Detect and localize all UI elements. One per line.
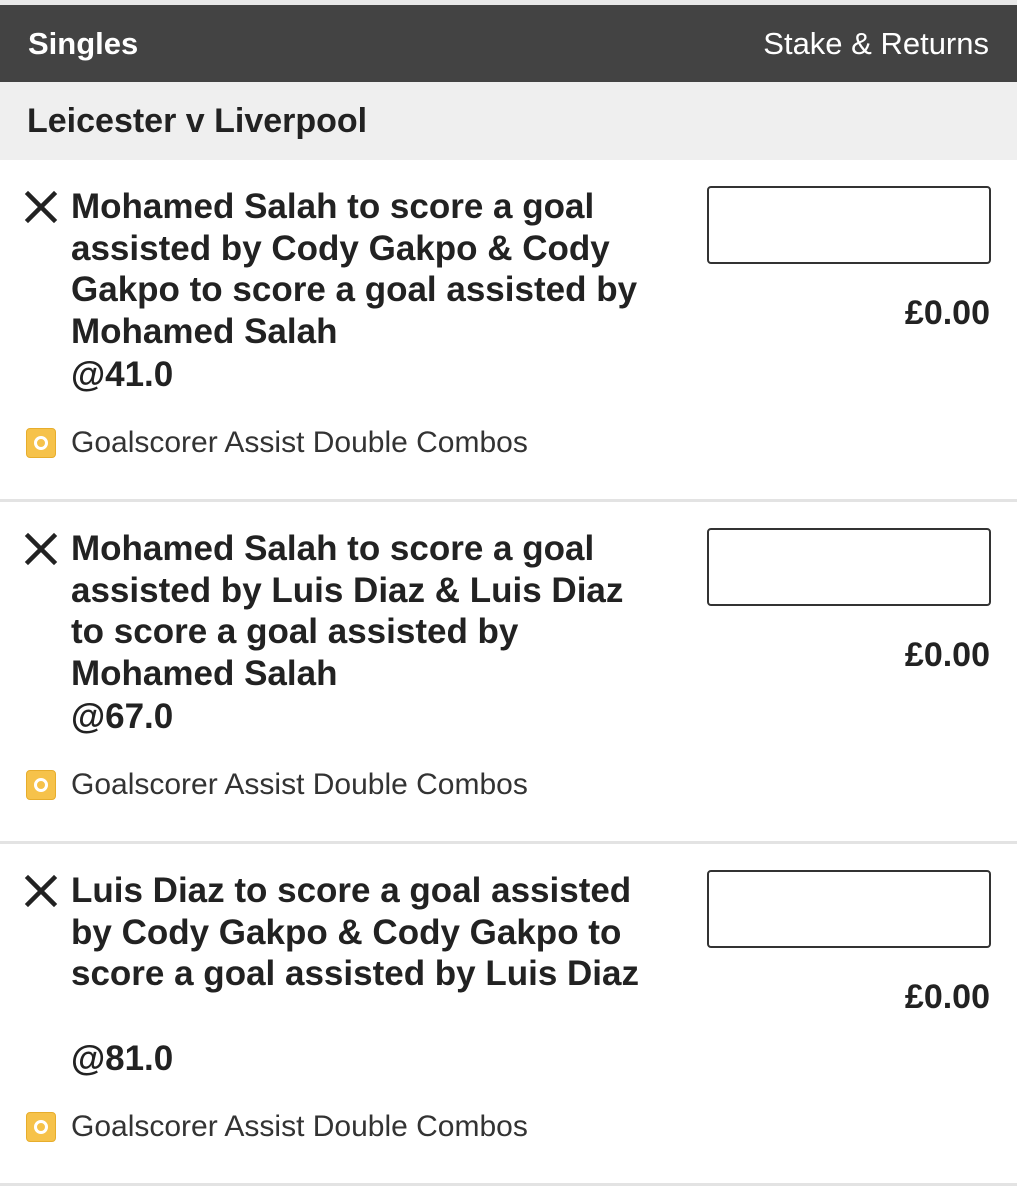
stake-input[interactable] <box>707 528 991 606</box>
bet-odds: @81.0 <box>71 1039 174 1078</box>
market-icon <box>26 428 56 458</box>
remove-bet-icon[interactable] <box>24 532 58 566</box>
bet-odds: @67.0 <box>71 697 174 736</box>
bet-item: Mohamed Salah to score a goal assisted b… <box>0 160 1017 502</box>
event-title: Leicester v Liverpool <box>27 101 368 140</box>
bet-selection: Mohamed Salah to score a goal assisted b… <box>71 529 624 693</box>
bet-returns: £0.00 <box>904 636 990 674</box>
bet-returns: £0.00 <box>904 294 990 332</box>
stake-returns-label: Stake & Returns <box>763 25 989 61</box>
stake-input[interactable] <box>707 186 991 264</box>
market-icon <box>26 1112 56 1142</box>
remove-bet-icon[interactable] <box>24 190 58 224</box>
market-icon <box>26 770 56 800</box>
bet-item: Mohamed Salah to score a goal assisted b… <box>0 502 1017 844</box>
stake-input[interactable] <box>707 870 991 948</box>
betslip-header: Singles Stake & Returns <box>0 5 1017 82</box>
bet-market: Goalscorer Assist Double Combos <box>71 768 528 801</box>
bet-market: Goalscorer Assist Double Combos <box>71 1110 528 1143</box>
event-header: Leicester v Liverpool <box>0 82 1017 160</box>
singles-title: Singles <box>28 25 139 61</box>
bet-odds: @41.0 <box>71 355 174 394</box>
bet-selection: Mohamed Salah to score a goal assisted b… <box>71 187 638 351</box>
bet-item: Luis Diaz to score a goal assisted by Co… <box>0 844 1017 1186</box>
remove-bet-icon[interactable] <box>24 874 58 908</box>
bet-market: Goalscorer Assist Double Combos <box>71 426 528 459</box>
bet-returns: £0.00 <box>904 978 990 1016</box>
bet-selection: Luis Diaz to score a goal assisted by Co… <box>71 871 639 993</box>
